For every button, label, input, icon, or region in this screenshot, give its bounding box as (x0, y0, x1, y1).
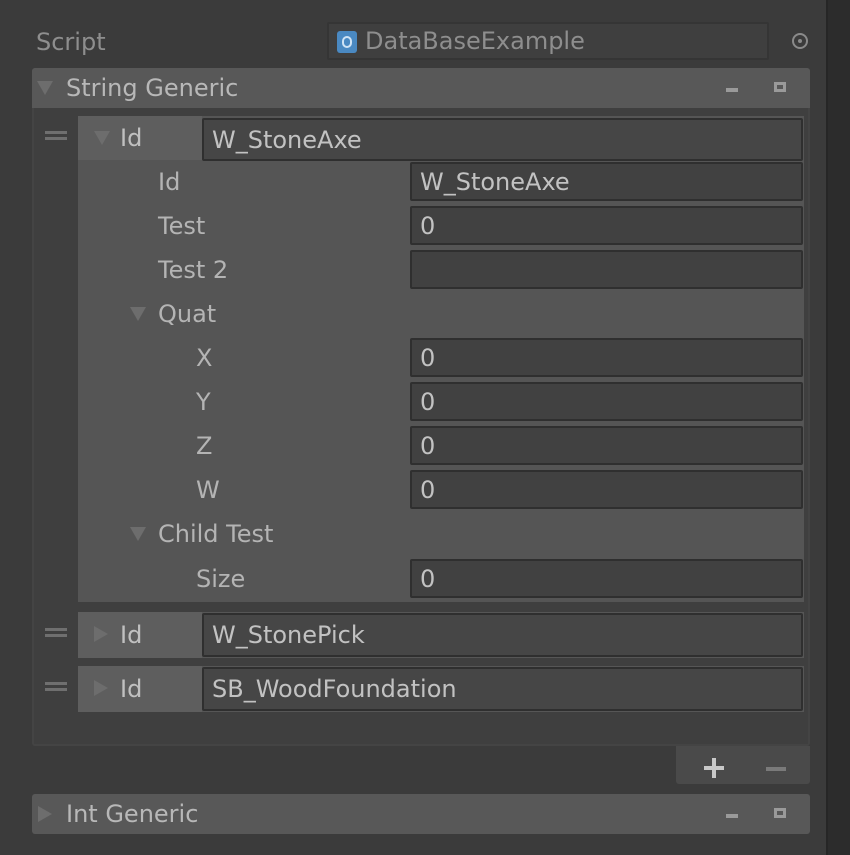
element-key-value: W_StonePick (212, 621, 365, 649)
quat-x-value: 0 (420, 343, 436, 372)
script-label: Script (36, 28, 106, 56)
element-key-cell[interactable]: Id (78, 116, 202, 160)
drag-handle-icon[interactable] (45, 131, 67, 140)
test-label: Test (158, 212, 206, 240)
test2-field[interactable] (410, 250, 803, 289)
inspector-scrollbar[interactable] (826, 0, 850, 855)
maximize-section-button[interactable] (774, 808, 786, 818)
quat-y-value: 0 (420, 387, 436, 416)
quat-x-field[interactable]: 0 (410, 338, 803, 377)
child-test-label[interactable]: Child Test (158, 522, 273, 546)
element-key-field[interactable]: SB_WoodFoundation (202, 667, 803, 711)
size-field[interactable]: 0 (410, 559, 803, 598)
id-label: Id (158, 168, 181, 196)
test-value: 0 (420, 211, 436, 240)
maximize-section-button[interactable] (774, 82, 786, 92)
object-picker-icon[interactable] (792, 33, 808, 49)
element-key-label: Id (120, 621, 143, 649)
element-key-field[interactable]: W_StoneAxe (202, 118, 803, 161)
quat-label[interactable]: Quat (158, 302, 216, 326)
int-generic-header[interactable]: Int Generic (32, 794, 810, 834)
size-label: Size (196, 565, 246, 593)
list-footer (676, 746, 810, 784)
expand-element-arrow-icon[interactable] (94, 680, 108, 696)
quat-z-field[interactable]: 0 (410, 426, 803, 465)
test2-label: Test 2 (158, 256, 229, 284)
script-field[interactable]: DataBaseExample (327, 22, 769, 60)
quat-z-value: 0 (420, 431, 436, 460)
quat-w-field[interactable]: 0 (410, 470, 803, 509)
quat-y-label: Y (196, 388, 211, 416)
quat-w-value: 0 (420, 475, 436, 504)
expand-element-arrow-icon[interactable] (94, 131, 110, 145)
collapse-section-button[interactable] (726, 814, 738, 818)
size-value: 0 (420, 564, 436, 593)
child-test-foldout-arrow-icon[interactable] (130, 527, 146, 541)
quat-z-label: Z (196, 432, 213, 460)
element-key-value: W_StoneAxe (212, 125, 362, 154)
element-key-value: SB_WoodFoundation (212, 675, 457, 703)
csharp-script-icon (337, 31, 357, 53)
expand-element-arrow-icon[interactable] (94, 626, 108, 642)
test-field[interactable]: 0 (410, 206, 803, 245)
id-field[interactable]: W_StoneAxe (410, 162, 803, 201)
remove-element-button[interactable] (766, 767, 786, 771)
add-element-button[interactable] (704, 758, 724, 778)
element-key-cell[interactable]: Id (78, 612, 202, 658)
element-key-label: Id (120, 124, 143, 152)
quat-y-field[interactable]: 0 (410, 382, 803, 421)
drag-handle-icon[interactable] (45, 628, 67, 637)
quat-x-label: X (196, 344, 213, 372)
drag-handle-icon[interactable] (45, 682, 67, 691)
string-generic-title: String Generic (66, 74, 239, 102)
int-generic-title: Int Generic (66, 800, 199, 828)
id-value: W_StoneAxe (420, 167, 570, 196)
element-key-label: Id (120, 675, 143, 703)
element-key-cell[interactable]: Id (78, 666, 202, 712)
collapse-arrow-icon[interactable] (37, 81, 53, 95)
element-key-field[interactable]: W_StonePick (202, 613, 803, 657)
quat-foldout-arrow-icon[interactable] (130, 307, 146, 321)
script-value: DataBaseExample (365, 27, 585, 55)
quat-w-label: W (196, 476, 220, 504)
string-generic-header[interactable]: String Generic (32, 68, 810, 108)
collapse-section-button[interactable] (726, 88, 738, 92)
expand-arrow-icon[interactable] (38, 806, 52, 822)
